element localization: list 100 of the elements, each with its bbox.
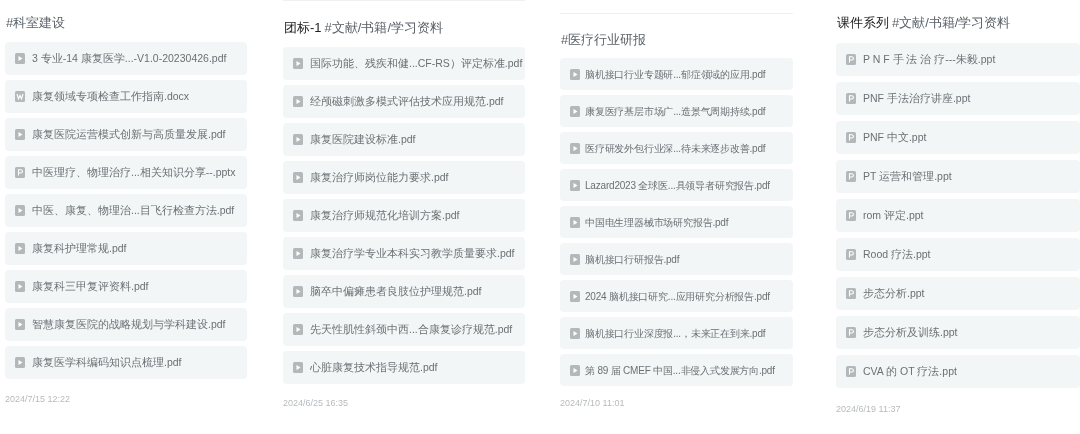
file-attachment[interactable]: PT 运营和管理.ppt xyxy=(836,160,1080,193)
play-file-icon xyxy=(15,205,25,216)
file-name: 脑机接口行业专题研...郁症领域的应用.pdf xyxy=(585,67,766,82)
file-attachment[interactable]: 3 专业-14 康复医学...-V1.0-20230426.pdf xyxy=(5,42,247,75)
file-name: 国际功能、残疾和健...CF-RS）评定标准.pdf xyxy=(310,55,523,71)
file-attachment[interactable]: 康复医院建设标准.pdf xyxy=(283,123,525,156)
play-file-icon xyxy=(570,179,580,191)
file-attachment[interactable]: PNF 手法治疗讲座.ppt xyxy=(836,82,1080,115)
file-name: 步态分析.ppt xyxy=(863,285,925,301)
file-attachment[interactable]: 2024 脑机接口研究...应用研究分析报告.pdf xyxy=(560,280,793,312)
play-file-icon xyxy=(570,253,580,265)
file-attachment[interactable]: Lazard2023 全球医...具领导者研究报告.pdf xyxy=(560,169,793,201)
file-name: 康复治疗师岗位能力要求.pdf xyxy=(310,169,449,185)
file-name: 2024 脑机接口研究...应用研究分析报告.pdf xyxy=(585,289,770,304)
file-attachment[interactable]: 智慧康复医院的战略规划与学科建设.pdf xyxy=(5,308,247,341)
file-attachment[interactable]: 医疗研发外包行业深...待未来逐步改善.pdf xyxy=(560,132,793,164)
file-attachment[interactable]: 脑机接口行业深度报...，未来正在到来.pdf xyxy=(560,317,793,349)
file-name: 康复医院建设标准.pdf xyxy=(310,131,416,147)
file-attachment[interactable]: CVA 的 OT 疗法.ppt xyxy=(836,355,1080,388)
file-name: 先天性肌性斜颈中西...合康复诊疗规范.pdf xyxy=(310,321,513,337)
file-name: Rood 疗法.ppt xyxy=(863,246,931,262)
file-attachment[interactable]: 步态分析.ppt xyxy=(836,277,1080,310)
file-attachment[interactable]: PNF 中文.ppt xyxy=(836,121,1080,154)
file-name: 经颅磁刺激多模式评估技术应用规范.pdf xyxy=(310,93,504,109)
file-attachment[interactable]: 中医理疗、物理治疗...相关知识分享--.pptx xyxy=(5,156,247,189)
slides-file-icon xyxy=(846,366,856,377)
play-file-icon xyxy=(293,210,303,221)
file-attachment[interactable]: 康复领域专项检查工作指南.docx xyxy=(5,80,247,113)
file-attachment[interactable]: 先天性肌性斜颈中西...合康复诊疗规范.pdf xyxy=(283,313,525,346)
play-file-icon xyxy=(293,58,303,69)
file-name: 康复治疗学专业本科实习教学质量要求.pdf xyxy=(310,245,515,261)
file-name: 步态分析及训练.ppt xyxy=(863,324,958,340)
file-attachment[interactable]: 康复医疗基层市场广...造景气周期持续.pdf xyxy=(560,95,793,127)
file-attachment[interactable]: 步态分析及训练.ppt xyxy=(836,316,1080,349)
slides-file-icon xyxy=(846,210,856,221)
file-attachment[interactable]: 康复医院运营模式创新与高质量发展.pdf xyxy=(5,118,247,151)
file-attachment[interactable]: 心脏康复技术指导规范.pdf xyxy=(283,351,525,384)
file-attachment[interactable]: 第 89 届 CMEF 中国...非侵入式发展方向.pdf xyxy=(560,354,793,386)
file-name: 3 专业-14 康复医学...-V1.0-20230426.pdf xyxy=(32,50,227,66)
slides-file-icon xyxy=(846,93,856,104)
file-name: 医疗研发外包行业深...待未来逐步改善.pdf xyxy=(585,141,766,156)
file-name: 康复科三甲复评资料.pdf xyxy=(32,278,149,294)
file-attachment[interactable]: 脑机接口行业专题研...郁症领域的应用.pdf xyxy=(560,58,793,90)
file-name: 中医理疗、物理治疗...相关知识分享--.pptx xyxy=(32,164,236,180)
hashtag-link[interactable]: #文献/书籍/学习资料 xyxy=(324,18,444,38)
play-file-icon xyxy=(293,248,303,259)
file-name: Lazard2023 全球医...具领导者研究报告.pdf xyxy=(585,178,770,193)
hashtag-link[interactable]: #科室建设 xyxy=(6,13,66,33)
play-file-icon xyxy=(293,96,303,107)
file-attachment[interactable]: 中国电生理器械市场研究报告.pdf xyxy=(560,206,793,238)
file-name: 心脏康复技术指导规范.pdf xyxy=(310,359,438,375)
play-file-icon xyxy=(293,134,303,145)
play-file-icon xyxy=(15,129,25,140)
hashtag-link[interactable]: #文献/书籍/学习资料 xyxy=(892,13,1011,33)
file-attachment[interactable]: 康复治疗学专业本科实习教学质量要求.pdf xyxy=(283,237,525,270)
file-attachment[interactable]: P N F 手 法 治 疗---朱毅.ppt xyxy=(836,43,1080,76)
play-file-icon xyxy=(293,286,303,297)
file-attachment[interactable]: 脑卒中偏瘫患者良肢位护理规范.pdf xyxy=(283,275,525,308)
play-file-icon xyxy=(15,319,25,330)
file-name: 智慧康复医院的战略规划与学科建设.pdf xyxy=(32,316,226,332)
play-file-icon xyxy=(570,290,580,302)
play-file-icon xyxy=(293,362,303,373)
file-attachment[interactable]: 康复医学科编码知识点梳理.pdf xyxy=(5,346,247,379)
section-title: 课件系列 xyxy=(837,14,889,32)
file-name: 康复科护理常规.pdf xyxy=(32,240,127,256)
play-file-icon xyxy=(570,364,580,376)
file-name: PNF 中文.ppt xyxy=(863,129,927,145)
play-file-icon xyxy=(570,68,580,80)
file-name: 脑卒中偏瘫患者良肢位护理规范.pdf xyxy=(310,283,482,299)
play-file-icon xyxy=(15,281,25,292)
slides-file-icon xyxy=(15,167,25,178)
play-file-icon xyxy=(293,172,303,183)
slides-file-icon xyxy=(846,288,856,299)
file-attachment[interactable]: 脑机接口行研报告.pdf xyxy=(560,243,793,275)
file-name: 康复治疗师规范化培训方案.pdf xyxy=(310,207,460,223)
play-file-icon xyxy=(570,142,580,154)
file-attachment[interactable]: 康复治疗师岗位能力要求.pdf xyxy=(283,161,525,194)
file-attachment[interactable]: 康复治疗师规范化培训方案.pdf xyxy=(283,199,525,232)
file-attachment[interactable]: Rood 疗法.ppt xyxy=(836,238,1080,271)
file-name: 脑机接口行研报告.pdf xyxy=(585,252,680,267)
play-file-icon xyxy=(15,357,25,368)
file-attachment[interactable]: 中医、康复、物理治...目飞行检查方法.pdf xyxy=(5,194,247,227)
play-file-icon xyxy=(293,324,303,335)
file-attachment[interactable]: 国际功能、残疾和健...CF-RS）评定标准.pdf xyxy=(283,47,525,80)
file-attachment[interactable]: 经颅磁刺激多模式评估技术应用规范.pdf xyxy=(283,85,525,118)
slides-file-icon xyxy=(846,132,856,143)
hashtag-link[interactable]: #医疗行业研报 xyxy=(561,30,647,50)
play-file-icon xyxy=(15,53,25,64)
file-name: 康复医学科编码知识点梳理.pdf xyxy=(32,354,182,370)
slides-file-icon xyxy=(846,327,856,338)
file-attachment[interactable]: 康复科三甲复评资料.pdf xyxy=(5,270,247,303)
file-attachment[interactable]: 康复科护理常规.pdf xyxy=(5,232,247,265)
file-name: P N F 手 法 治 疗---朱毅.ppt xyxy=(863,51,996,67)
file-name: 脑机接口行业深度报...，未来正在到来.pdf xyxy=(585,326,766,341)
file-name: 中国电生理器械市场研究报告.pdf xyxy=(585,215,729,230)
file-attachment[interactable]: rom 评定.ppt xyxy=(836,199,1080,232)
slides-file-icon xyxy=(846,249,856,260)
section-title: 团标-1 xyxy=(284,19,322,37)
slides-file-icon xyxy=(846,54,856,65)
document-file-icon xyxy=(15,91,25,102)
